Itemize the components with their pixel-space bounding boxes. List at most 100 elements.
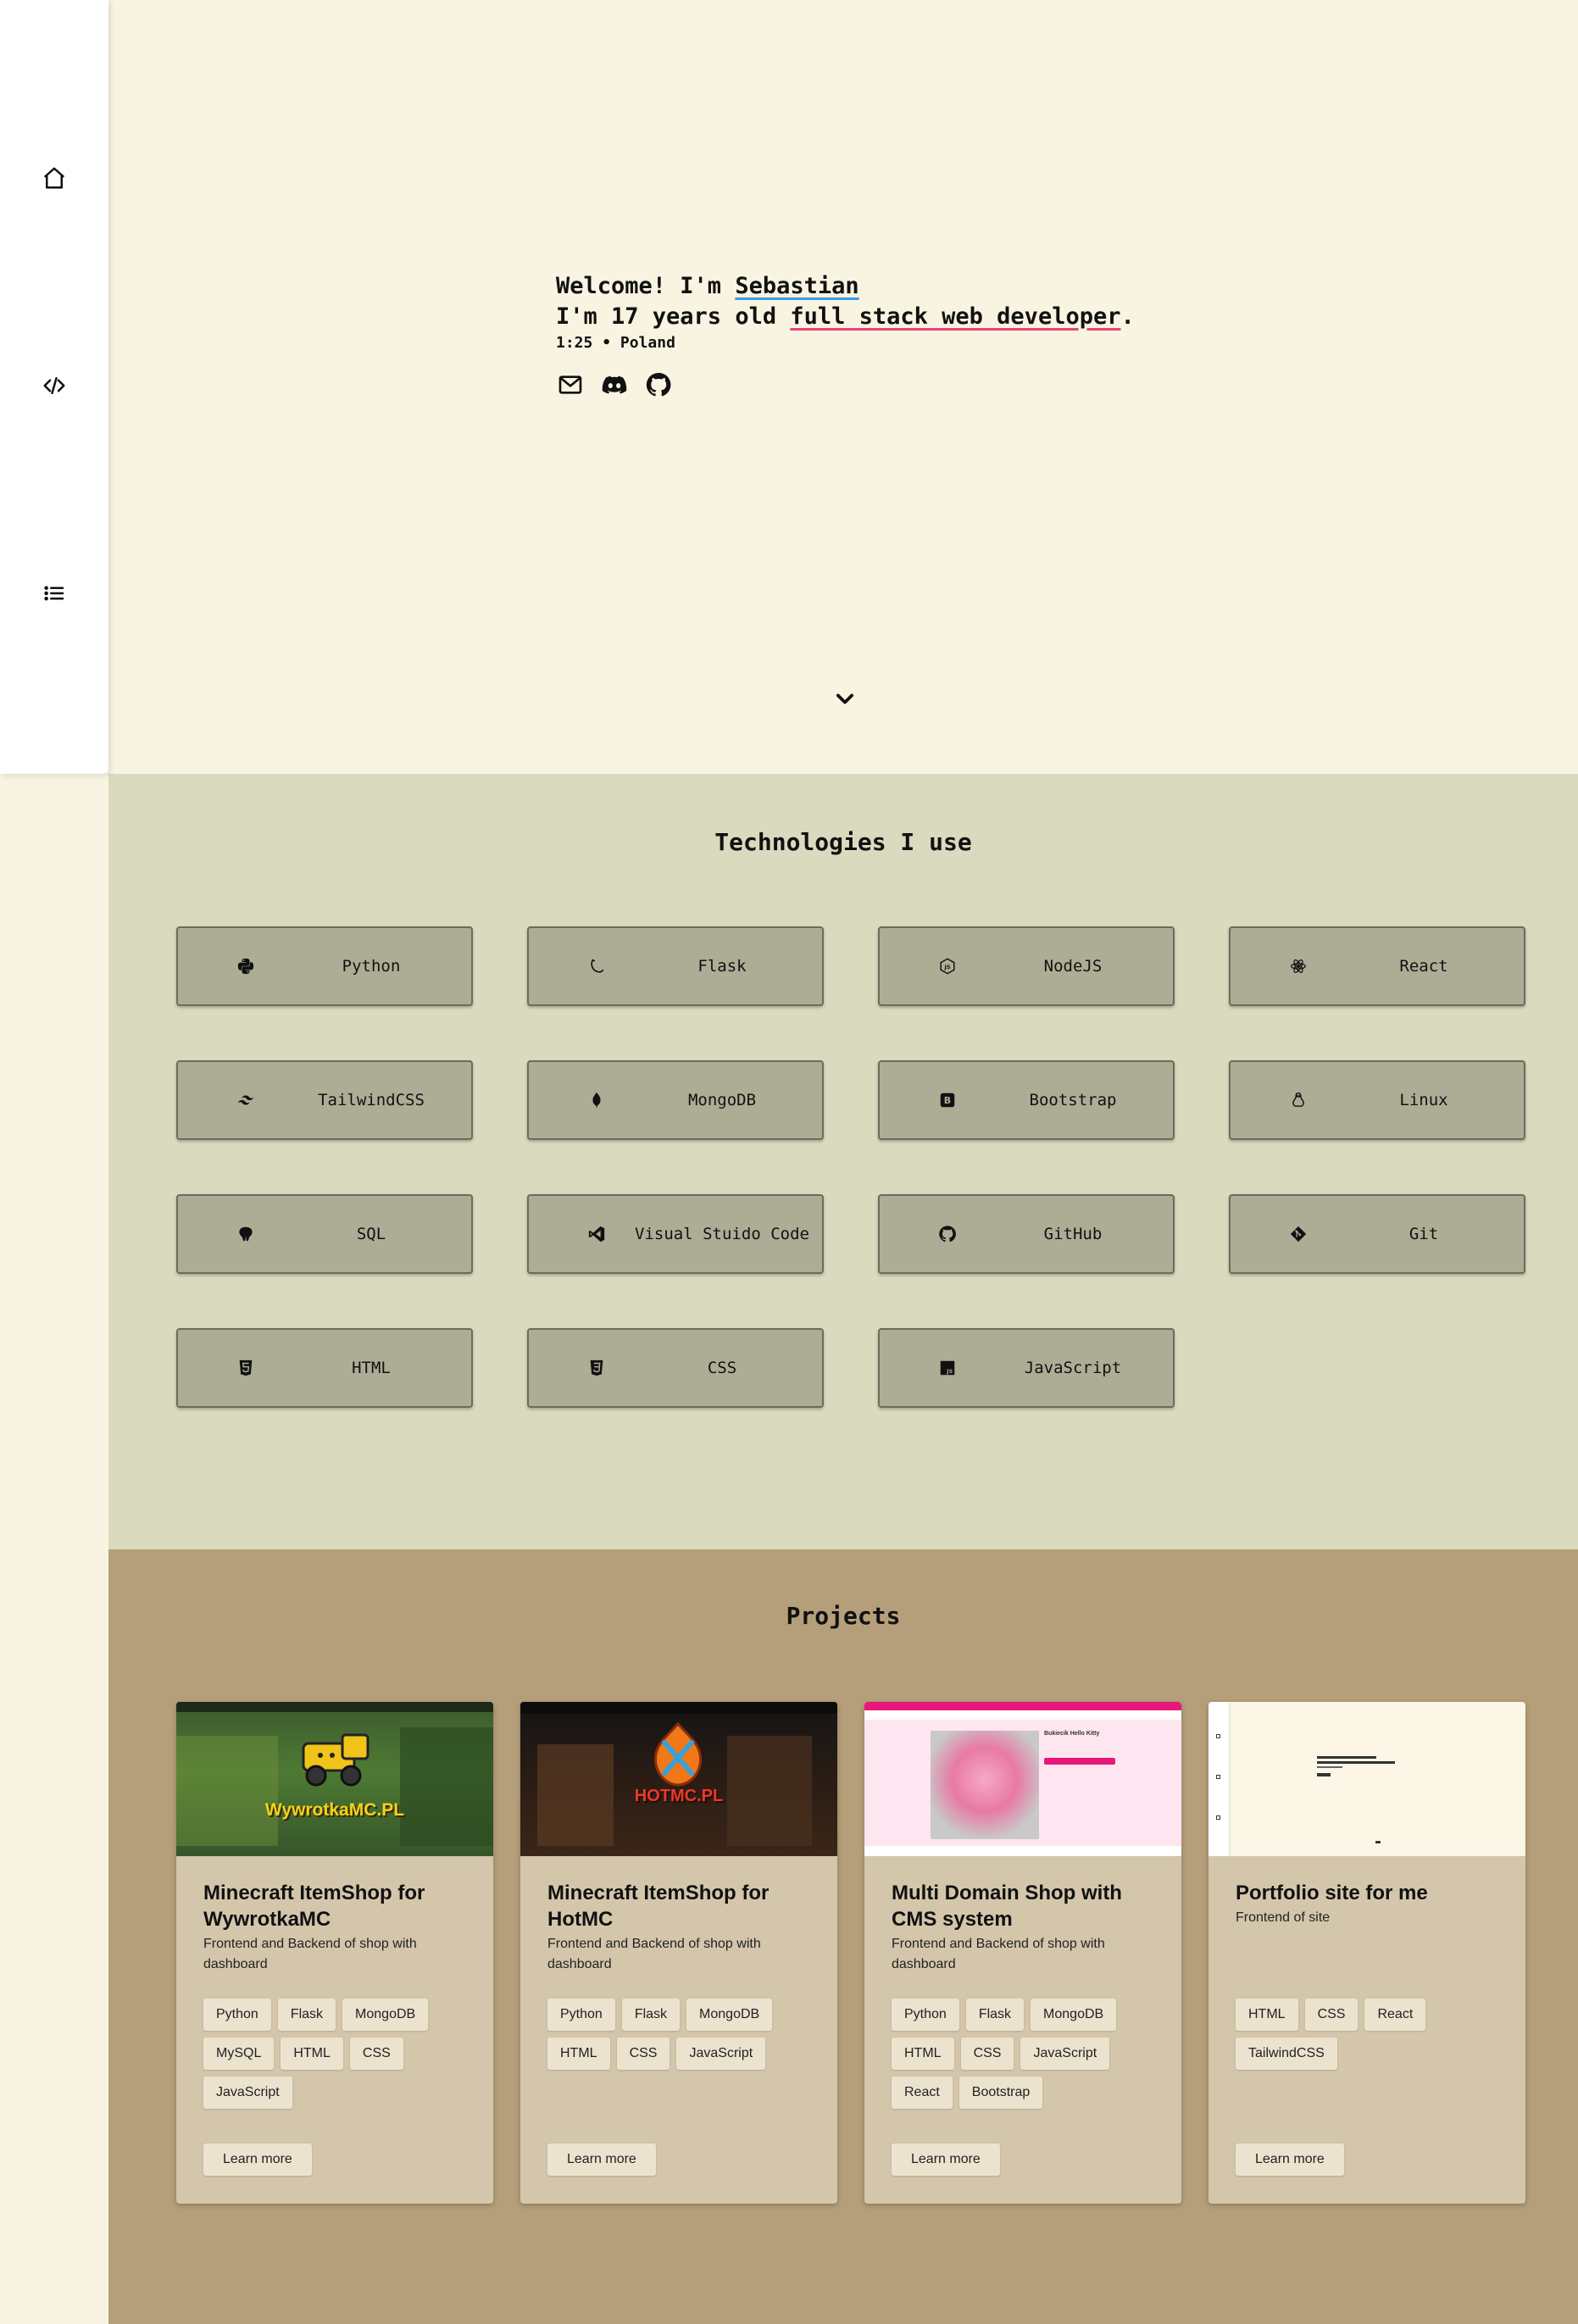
tag[interactable]: JavaScript xyxy=(1020,2038,1110,2070)
tech-sql[interactable]: SQL xyxy=(176,1194,473,1274)
tag[interactable]: React xyxy=(1364,1999,1426,2031)
tag[interactable]: JavaScript xyxy=(676,2038,766,2070)
tech-python[interactable]: Python xyxy=(176,926,473,1006)
tech-vscode[interactable]: Visual Stuido Code xyxy=(527,1194,824,1274)
tech-tailwindcss[interactable]: TailwindCSS xyxy=(176,1060,473,1140)
welcome-line: Welcome! I'm Sebastian xyxy=(556,271,1135,302)
tag[interactable]: CSS xyxy=(349,2038,403,2070)
tag[interactable]: CSS xyxy=(1304,1999,1359,2031)
code-icon[interactable] xyxy=(37,369,71,403)
tag[interactable]: MongoDB xyxy=(342,1999,429,2031)
tech-github[interactable]: GitHub xyxy=(878,1194,1175,1274)
project-thumbnail xyxy=(1209,1702,1525,1856)
tag[interactable]: React xyxy=(892,2077,953,2109)
tech-bootstrap[interactable]: B Bootstrap xyxy=(878,1060,1175,1140)
hero-section: Welcome! I'm Sebastian I'm 17 years old … xyxy=(108,0,1578,774)
learn-more-button[interactable]: Learn more xyxy=(1236,2143,1344,2176)
project-description: Frontend and Backend of shop with dashbo… xyxy=(203,1937,417,1971)
tag[interactable]: HTML xyxy=(547,2038,610,2070)
tech-mongodb[interactable]: MongoDB xyxy=(527,1060,824,1140)
tech-label: GitHub xyxy=(1043,1225,1103,1243)
age-text: I'm 17 years old xyxy=(556,303,791,330)
tech-label: HTML xyxy=(352,1359,391,1377)
project-card[interactable]: HOTMC.PL Minecraft ItemShop for HotMC Fr… xyxy=(520,1702,837,2204)
role-period: . xyxy=(1120,303,1135,330)
tag[interactable]: HTML xyxy=(281,2038,343,2070)
project-card[interactable]: Portfolio site for me Frontend of site H… xyxy=(1209,1702,1525,2204)
learn-more-button[interactable]: Learn more xyxy=(892,2143,1000,2176)
tag[interactable]: MongoDB xyxy=(1031,1999,1117,2031)
tag[interactable]: Python xyxy=(547,1999,615,2031)
local-time: 1:25 xyxy=(556,334,593,352)
discord-icon[interactable] xyxy=(600,370,629,399)
tech-label: React xyxy=(1399,957,1448,976)
hero-intro: Welcome! I'm Sebastian I'm 17 years old … xyxy=(556,271,1135,399)
tech-label: Visual Stuido Code xyxy=(635,1225,809,1243)
tech-linux[interactable]: Linux xyxy=(1229,1060,1525,1140)
project-title: Minecraft ItemShop for WywrotkaMC xyxy=(203,1882,425,1931)
project-card[interactable]: Bukiecik Hello Kitty Multi Domain Shop w… xyxy=(864,1702,1181,2204)
tag[interactable]: Python xyxy=(203,1999,271,2031)
tag[interactable]: CSS xyxy=(616,2038,670,2070)
project-description: Frontend and Backend of shop with dashbo… xyxy=(892,1937,1105,1971)
tech-label: Bootstrap xyxy=(1029,1091,1117,1109)
tag[interactable]: Bootstrap xyxy=(958,2077,1043,2109)
tech-git[interactable]: Git xyxy=(1229,1194,1525,1274)
tech-react[interactable]: React xyxy=(1229,926,1525,1006)
learn-more-button[interactable]: Learn more xyxy=(547,2143,656,2176)
name-text: Sebastian xyxy=(735,273,859,299)
learn-more-button[interactable]: Learn more xyxy=(203,2143,312,2176)
chevron-down-icon[interactable] xyxy=(833,687,857,710)
github-icon[interactable] xyxy=(644,370,673,399)
thumbnail-logo-text: WywrotkaMC.PL xyxy=(264,1800,405,1820)
tag[interactable]: MySQL xyxy=(203,2038,275,2070)
tag[interactable]: Flask xyxy=(965,1999,1025,2031)
role-text: full stack web developer xyxy=(790,303,1121,330)
tech-label: CSS xyxy=(707,1359,737,1377)
tech-label: Linux xyxy=(1399,1091,1448,1109)
project-tags: Python Flask MongoDB HTML CSS JavaScript xyxy=(547,1999,819,2070)
tech-label: JavaScript xyxy=(1024,1359,1122,1377)
tech-html[interactable]: HTML xyxy=(176,1328,473,1408)
time-location: 1:25 • Poland xyxy=(556,334,1135,352)
project-title: Portfolio site for me xyxy=(1236,1882,1428,1904)
tech-label: Python xyxy=(342,957,401,976)
home-icon[interactable] xyxy=(37,161,71,195)
tag[interactable]: CSS xyxy=(960,2038,1014,2070)
tag[interactable]: Flask xyxy=(277,1999,336,2031)
project-description: Frontend and Backend of shop with dashbo… xyxy=(547,1937,761,1971)
project-thumbnail: WywrotkaMC.PL xyxy=(176,1702,493,1856)
tag[interactable]: Flask xyxy=(621,1999,681,2031)
tech-label: Git xyxy=(1409,1225,1439,1243)
tech-label: NodeJS xyxy=(1043,957,1103,976)
location-text: Poland xyxy=(620,334,675,352)
tag[interactable]: Python xyxy=(892,1999,959,2031)
tag[interactable]: HTML xyxy=(892,2038,954,2070)
tag[interactable]: TailwindCSS xyxy=(1236,2038,1337,2070)
tech-label: MongoDB xyxy=(687,1091,757,1109)
project-thumbnail: Bukiecik Hello Kitty xyxy=(864,1702,1181,1856)
tech-javascript[interactable]: JS JavaScript xyxy=(878,1328,1175,1408)
tech-css[interactable]: CSS xyxy=(527,1328,824,1408)
mail-icon[interactable] xyxy=(556,370,585,399)
tag[interactable]: MongoDB xyxy=(686,1999,773,2031)
project-card[interactable]: WywrotkaMC.PL Minecraft ItemShop for Wyw… xyxy=(176,1702,493,2204)
tag[interactable]: JavaScript xyxy=(203,2077,292,2109)
project-description: Frontend of site xyxy=(1236,1910,1331,1925)
list-icon[interactable] xyxy=(37,576,71,610)
project-title: Minecraft ItemShop for HotMC xyxy=(547,1882,770,1931)
technologies-grid: Python Flask JS NodeJS React TailwindCSS … xyxy=(176,926,1525,1408)
role-line: I'm 17 years old full stack web develope… xyxy=(556,302,1135,332)
tech-nodejs[interactable]: JS NodeJS xyxy=(878,926,1175,1006)
tag[interactable]: HTML xyxy=(1236,1999,1298,2031)
sidebar xyxy=(0,0,108,774)
project-tags: HTML CSS React TailwindCSS xyxy=(1236,1999,1507,2070)
tech-flask[interactable]: Flask xyxy=(527,926,824,1006)
thumbnail-product-text: Bukiecik Hello Kitty xyxy=(1044,1731,1100,1737)
technologies-title: Technologies I use xyxy=(714,828,972,856)
project-tags: Python Flask MongoDB MySQL HTML CSS Java… xyxy=(203,1999,475,2109)
project-thumbnail: HOTMC.PL xyxy=(520,1702,837,1856)
project-cards: WywrotkaMC.PL Minecraft ItemShop for Wyw… xyxy=(176,1702,1525,2204)
tech-label: SQL xyxy=(356,1225,386,1243)
tech-label: TailwindCSS xyxy=(318,1091,425,1109)
